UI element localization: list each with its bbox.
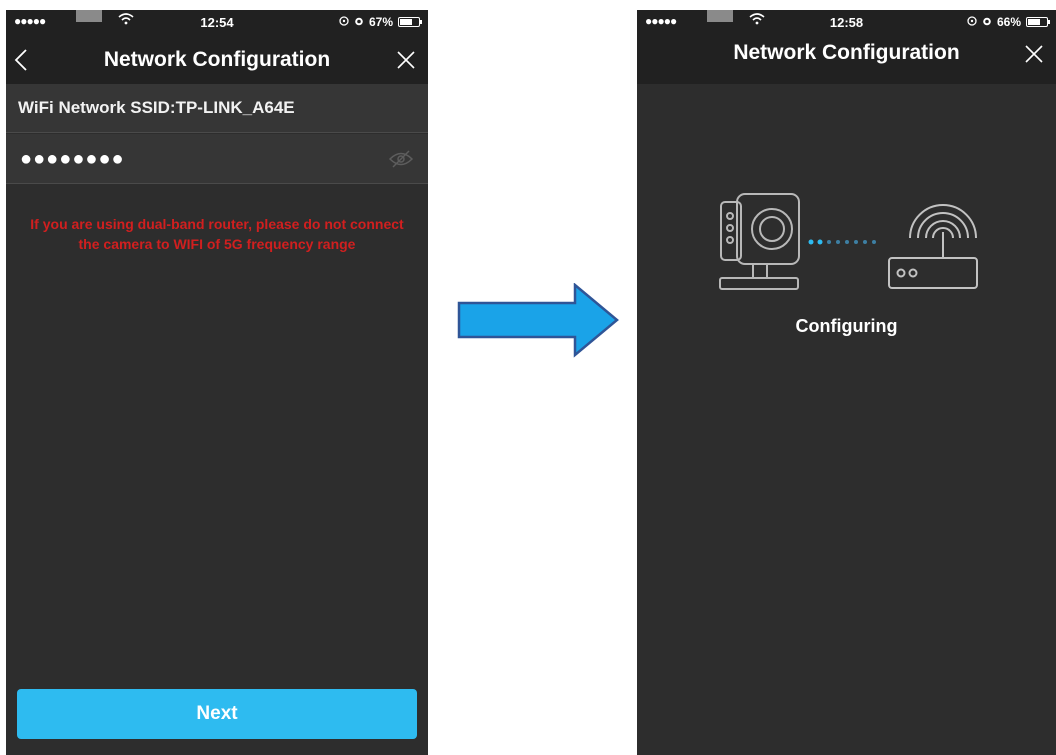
next-button[interactable]: Next [17,689,417,739]
wifi-password-input[interactable] [18,144,322,174]
status-bar: ●●●●● 12:54 67% [6,10,428,36]
orientation-lock-icon [339,15,349,29]
phone-screen-network-config: ●●●●● 12:54 67% Network Configuration Wi… [6,10,428,755]
battery-percent: 67% [368,15,393,29]
configuring-status: Configuring [795,316,898,336]
router-icon [888,204,978,289]
page-title: Network Configuration [103,48,331,71]
status-bar: ●●●●● 12:58 66% [637,10,1056,36]
connection-progress-dots [808,239,876,245]
battery-icon [1026,17,1050,27]
battery-percent: 66% [996,15,1021,29]
nav-bar: Network Configuration [637,36,1056,84]
password-row [6,134,428,184]
wifi-ssid-label: WiFi Network SSID:TP-LINK_A64E [6,84,428,133]
camera-icon [719,193,800,290]
page-title: Network Configuration [733,41,960,64]
eye-slash-icon[interactable] [388,150,414,173]
dual-band-warning: If you are using dual-band router, pleas… [30,216,404,252]
alarm-icon [354,15,364,29]
status-right: 67% [339,15,422,29]
status-right: 66% [967,15,1050,29]
stage: ●●●●● 12:54 67% Network Configuration Wi… [0,0,1056,755]
phone-screen-configuring: ●●●●● 12:58 66% Network Configuration Co… [637,10,1056,755]
camera-router-illustration [719,193,978,290]
orientation-lock-icon [967,15,977,29]
alarm-icon [982,15,992,29]
close-icon[interactable] [396,50,416,75]
arrow-right-icon [457,283,619,358]
nav-bar: Network Configuration [6,36,428,84]
close-icon[interactable] [1024,44,1044,69]
battery-icon [398,17,422,27]
